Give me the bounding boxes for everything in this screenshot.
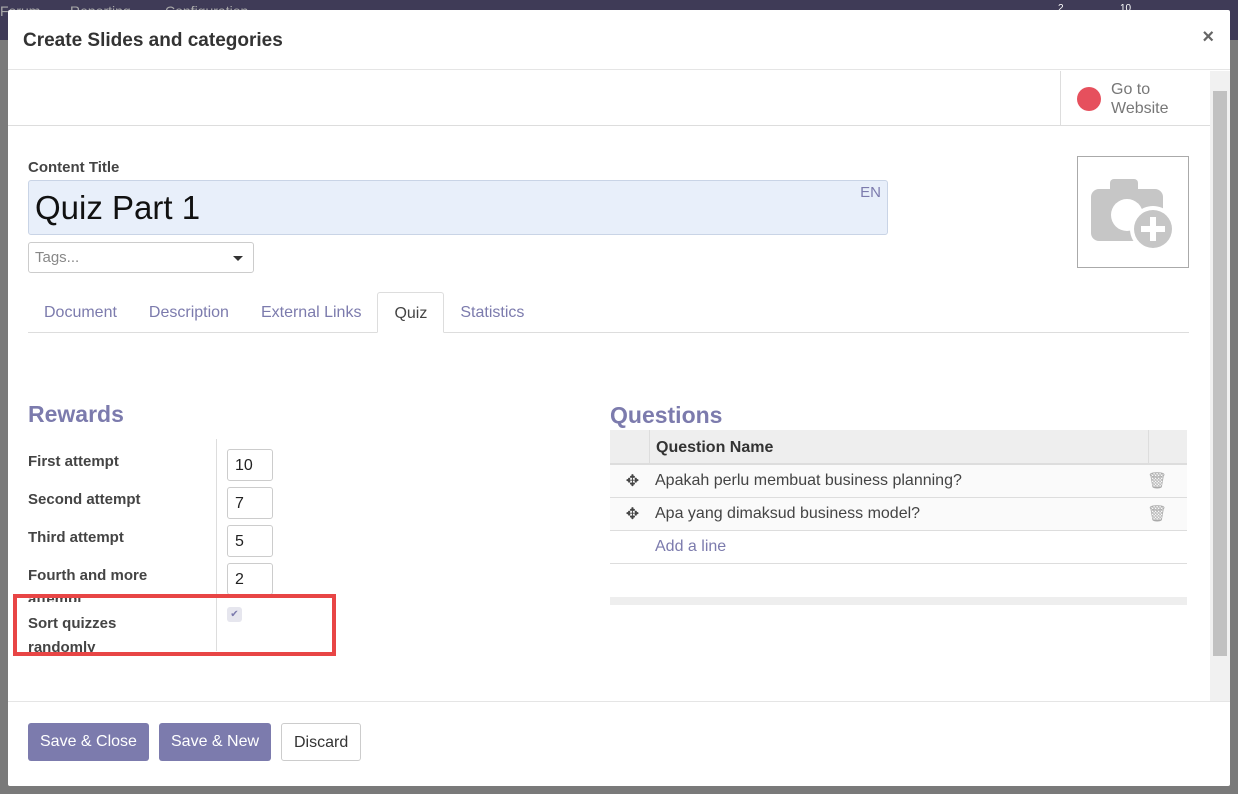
rewards-heading: Rewards (28, 401, 124, 427)
content-title-input[interactable]: Quiz Part 1 EN (28, 180, 888, 235)
column-question-name[interactable]: Question Name (650, 430, 1149, 463)
save-close-button[interactable]: Save & Close (28, 723, 149, 761)
tab-statistics[interactable]: Statistics (444, 292, 540, 332)
second-attempt-input[interactable]: 7 (227, 487, 273, 519)
table-row[interactable]: ✥ Apa yang dimaksud business model? 🗑 (610, 498, 1187, 531)
scrollbar[interactable] (1210, 71, 1230, 701)
drag-handle-icon[interactable]: ✥ (610, 471, 655, 491)
drag-handle-icon[interactable]: ✥ (610, 504, 655, 524)
tab-document[interactable]: Document (28, 292, 133, 332)
third-attempt-label: Third attempt (28, 529, 124, 546)
first-attempt-input[interactable]: 10 (227, 449, 273, 481)
save-new-button[interactable]: Save & New (159, 723, 272, 761)
go-to-website-button[interactable]: Go to Website (1060, 71, 1210, 126)
second-attempt-label: Second attempt (28, 491, 141, 508)
trash-icon[interactable]: 🗑 (1147, 471, 1187, 491)
first-attempt-label: First attempt (28, 453, 119, 470)
fourth-attempt-input[interactable]: 2 (227, 563, 273, 595)
highlight-box (13, 594, 336, 656)
table-row[interactable]: ✥ Apakah perlu membuat business planning?… (610, 465, 1187, 498)
tab-description[interactable]: Description (133, 292, 245, 332)
third-attempt-input[interactable]: 5 (227, 525, 273, 557)
questions-table: Question Name ✥ Apakah perlu membuat busi… (610, 430, 1187, 605)
tags-input[interactable]: Tags... (28, 242, 254, 273)
content-title-label: Content Title (28, 159, 120, 176)
camera-plus-icon (1091, 179, 1176, 252)
tab-quiz[interactable]: Quiz (377, 292, 445, 333)
tab-external-links[interactable]: External Links (245, 292, 378, 332)
caret-down-icon (233, 256, 243, 266)
image-upload[interactable] (1077, 156, 1189, 268)
close-icon[interactable]: × (1202, 26, 1214, 49)
add-line-link[interactable]: Add a line (655, 538, 726, 556)
globe-icon (1077, 86, 1101, 111)
dialog-title: Create Slides and categories (23, 30, 283, 51)
form-tabs: Document Description External Links Quiz… (28, 292, 1189, 333)
discard-button[interactable]: Discard (281, 723, 362, 761)
create-slide-dialog: Create Slides and categories × Go to Web… (8, 10, 1230, 786)
language-button[interactable]: EN (860, 184, 881, 201)
trash-icon[interactable]: 🗑 (1147, 504, 1187, 524)
questions-heading: Questions (610, 402, 723, 428)
